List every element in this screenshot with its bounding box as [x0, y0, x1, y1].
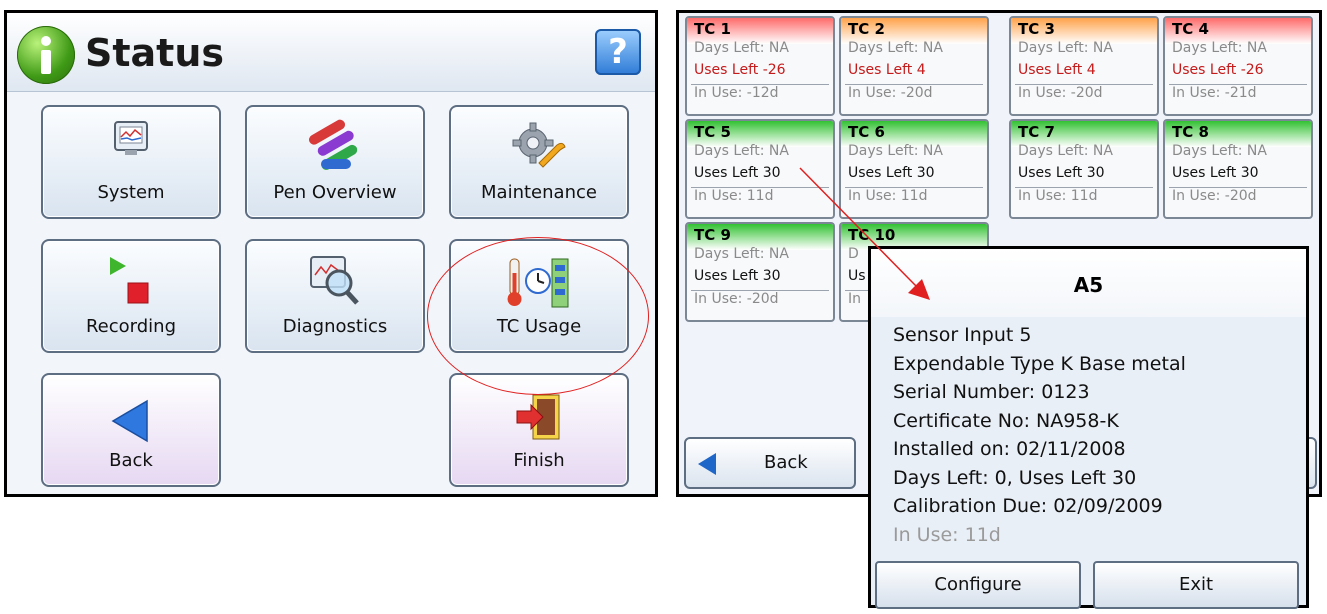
tc-uses-left: Uses Left 30 [848, 165, 935, 181]
recording-button-label: Recording [85, 316, 177, 337]
tc-in-use: In Use: 11d [694, 188, 774, 204]
tc-name: TC 3 [1018, 20, 1055, 38]
maintenance-button-label: Maintenance [481, 182, 597, 203]
tc-card[interactable]: TC 3 Days Left: NA Uses Left 4 In Use: -20d [1009, 16, 1159, 116]
tc-name: TC 6 [848, 123, 885, 141]
in-use-line: In Use: 11d [893, 523, 1001, 546]
tc-in-use: In Use: 11d [848, 188, 928, 204]
serial-number-line: Serial Number: 0123 [893, 381, 1090, 403]
installed-on-line: Installed on: 02/11/2008 [893, 438, 1126, 460]
tc-uses-left: Uses Left 30 [1172, 165, 1259, 181]
page-title: Status [85, 31, 225, 75]
sensor-detail-dialog: A5 Sensor Input 5 Expendable Type K Base… [868, 246, 1309, 609]
tc-days-left: Days Left: NA [1172, 143, 1267, 159]
system-button-label: System [97, 182, 165, 203]
pens-icon [303, 119, 367, 177]
calibration-due-line: Calibration Due: 02/09/2009 [893, 495, 1163, 517]
tc-uses-left: Uses Left 4 [1018, 62, 1096, 78]
sensor-details: Sensor Input 5 Expendable Type K Base me… [893, 321, 1186, 549]
tc-in-use: In Use: -20d [1018, 85, 1103, 101]
tc-days-left: Days Left: NA [694, 246, 789, 262]
tc-in-use: In Use: -21d [1172, 85, 1257, 101]
sensor-input-line: Sensor Input 5 [893, 324, 1032, 346]
monitor-icon [111, 119, 151, 163]
finish-button-label: Finish [513, 450, 565, 471]
tc-name: TC 7 [1018, 123, 1055, 141]
sensor-type-line: Expendable Type K Base metal [893, 352, 1186, 375]
tc-card[interactable]: TC 7 Days Left: NA Uses Left 30 In Use: 11d [1009, 119, 1159, 219]
tc-uses-left: Uses Left 30 [1018, 165, 1105, 181]
tc-card[interactable]: TC 6 Days Left: NA Uses Left 30 In Use: 11d [839, 119, 989, 219]
tc-uses-left: Us [848, 268, 866, 284]
pen-overview-button-label: Pen Overview [273, 182, 397, 203]
tc-card[interactable]: TC 4 Days Left: NA Uses Left -26 In Use: -2… [1163, 16, 1313, 116]
status-screen: Status ? System Pen Overview Maintenance… [4, 10, 658, 497]
tc-card[interactable]: TC 2 Days Left: NA Uses Left 4 In Use: -20d [839, 16, 989, 116]
tc-days-left: Days Left: NA [694, 40, 789, 56]
dialog-title: A5 [871, 249, 1306, 317]
configure-button[interactable]: Configure [875, 561, 1081, 609]
tc-card[interactable]: TC 9 Days Left: NA Uses Left 30 In Use: -20… [685, 222, 835, 322]
tc-usage-highlight-ellipse [427, 237, 649, 395]
tc-uses-left: Uses Left 30 [694, 268, 781, 284]
tc-card[interactable]: TC 5 Days Left: NA Uses Left 30 In Use: 11d [685, 119, 835, 219]
tc-uses-left: Uses Left -26 [1172, 62, 1264, 78]
tc-in-use: In Use: -20d [848, 85, 933, 101]
certificate-line: Certificate No: NA958-K [893, 409, 1119, 432]
tc-days-left: D [848, 246, 859, 262]
tc-days-left: Days Left: NA [848, 40, 943, 56]
tc-days-left: Days Left: NA [1018, 40, 1113, 56]
days-uses-left-line: Days Left: 0, Uses Left 30 [893, 466, 1137, 489]
back-button[interactable]: Back [41, 373, 221, 487]
status-header: Status ? [7, 13, 655, 92]
tc-name: TC 2 [848, 20, 885, 38]
tc-uses-left: Uses Left 30 [694, 165, 781, 181]
info-icon [17, 26, 75, 84]
help-icon[interactable]: ? [595, 29, 641, 75]
play-stop-icon [106, 253, 156, 313]
tc-days-left: Days Left: NA [848, 143, 943, 159]
tc-in-use: In Use: -20d [1172, 188, 1257, 204]
tc-in-use: In Use: -20d [694, 291, 779, 307]
tc-days-left: Days Left: NA [694, 143, 789, 159]
magnifier-icon [307, 253, 363, 313]
recording-button[interactable]: Recording [41, 239, 221, 353]
gear-wrench-icon [509, 119, 569, 177]
tc-uses-left: Uses Left -26 [694, 62, 786, 78]
tc-card[interactable]: TC 8 Days Left: NA Uses Left 30 In Use: -20… [1163, 119, 1313, 219]
tc-uses-left: Uses Left 4 [848, 62, 926, 78]
exit-button[interactable]: Exit [1093, 561, 1299, 609]
tc-in-use: In Use: -12d [694, 85, 779, 101]
pen-overview-button[interactable]: Pen Overview [245, 105, 425, 219]
tc-name: TC 4 [1172, 20, 1209, 38]
tc-name: TC 9 [694, 226, 731, 244]
tc-name: TC 5 [694, 123, 731, 141]
tc-back-button-label: Back [764, 452, 808, 473]
tc-back-button[interactable]: Back [684, 437, 856, 489]
tc-in-use: In Use: 11d [1018, 188, 1098, 204]
exit-door-icon [515, 391, 563, 447]
back-arrow-icon [109, 397, 153, 449]
tc-in-use: In [848, 291, 862, 307]
tc-name: TC 8 [1172, 123, 1209, 141]
back-button-label: Back [109, 450, 153, 471]
tc-card[interactable]: TC 1 Days Left: NA Uses Left -26 In Use: -1… [685, 16, 835, 116]
diagnostics-button-label: Diagnostics [282, 316, 388, 337]
tc-days-left: Days Left: NA [1018, 143, 1113, 159]
back-arrow-icon [698, 453, 716, 475]
tc-days-left: Days Left: NA [1172, 40, 1267, 56]
system-button[interactable]: System [41, 105, 221, 219]
maintenance-button[interactable]: Maintenance [449, 105, 629, 219]
tc-name: TC 10 [848, 226, 896, 244]
tc-name: TC 1 [694, 20, 731, 38]
diagnostics-button[interactable]: Diagnostics [245, 239, 425, 353]
